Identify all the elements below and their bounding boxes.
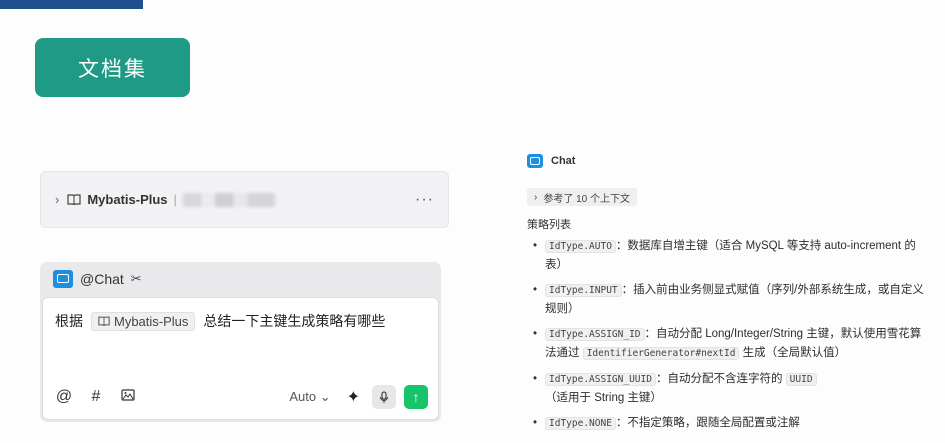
send-button[interactable]: ↑ [404,385,428,409]
book-icon [98,316,110,326]
inline-code: IdentifierGenerator#nextId [582,347,740,360]
mention-icon[interactable]: @ [55,388,73,406]
reference-chip-label: Mybatis-Plus [114,313,189,329]
image-icon[interactable] [119,388,137,406]
inline-code: IdType.AUTO [545,240,616,253]
inline-code: IdType.INPUT [545,284,622,297]
composer-toolbar: @ # Auto ⌄ ✦ ↑ [55,384,428,410]
doc-collection-title: 文档集 [78,57,147,81]
chat-answer: Chat › 参考了 10 个上下文 策略列表 IdType.AUTO：数据库自… [527,154,932,440]
more-options-icon[interactable]: ··· [415,191,434,209]
hashtag-icon[interactable]: # [87,388,105,406]
model-select[interactable]: Auto ⌄ [289,389,330,405]
section-title: 策略列表 [527,219,571,231]
chevron-down-icon: ⌄ [319,389,331,404]
knowledge-base-name[interactable]: Mybatis-Plus [87,192,167,207]
inline-code: IdType.ASSIGN_ID [545,328,645,341]
list-item: IdType.NONE：不指定策略，跟随全局配置或注解 [527,414,932,433]
blurred-description [182,192,275,207]
context-reference-pill[interactable]: › 参考了 10 个上下文 [527,188,638,206]
prompt-suffix: 总结一下主键生成策略有哪些 [203,313,386,329]
microphone-icon [379,390,389,403]
answer-header: Chat [527,154,932,168]
inline-code: UUID [785,373,817,386]
top-banner-strip [0,0,143,9]
inline-code: IdType.NONE [545,417,616,430]
knowledge-base-card[interactable]: › Mybatis-Plus | ··· [40,171,449,228]
inline-code: IdType.ASSIGN_UUID [545,373,656,386]
chat-composer-header: @Chat ✂ [40,262,441,296]
strategy-list: IdType.AUTO：数据库自增主键（适合 MySQL 等支持 auto-in… [527,237,932,433]
book-icon [67,194,81,205]
reference-chip[interactable]: Mybatis-Plus [91,311,196,331]
model-select-label: Auto [289,389,317,404]
answer-sender: Chat [551,155,576,167]
prompt-prefix: 根据 [55,313,83,329]
list-item: IdType.ASSIGN_ID：自动分配 Long/Integer/Strin… [527,325,932,363]
list-item-text: 生成（全局默认值） [742,347,847,359]
arrow-up-icon: ↑ [412,389,420,405]
chat-bot-icon [53,270,73,288]
tools-icon[interactable]: ✂ [131,271,142,287]
chat-agent-label: @Chat [80,271,124,287]
chevron-right-icon[interactable]: › [55,192,59,207]
context-reference-label: 参考了 10 个上下文 [543,193,631,205]
chevron-right-icon: › [534,191,538,203]
chat-input-box[interactable]: 根据 Mybatis-Plus 总结一下主键生成策略有哪些 @ # Auto ⌄… [42,297,439,420]
list-item: IdType.ASSIGN_UUID：自动分配不含连字符的 UUID （适用于 … [527,370,932,407]
list-item-text: ：自动分配不含连字符的 [655,373,783,385]
sparkle-icon[interactable]: ✦ [347,387,360,407]
list-item: IdType.AUTO：数据库自增主键（适合 MySQL 等支持 auto-in… [527,237,932,274]
chat-bot-icon [527,154,543,168]
list-item-text: ：不指定策略，跟随全局配置或注解 [615,417,800,429]
separator: | [173,192,177,207]
chat-composer-panel: @Chat ✂ 根据 Mybatis-Plus 总结一下主键生成策略有哪些 @ … [40,262,441,422]
list-item-text: （适用于 String 主键） [545,392,662,404]
microphone-button[interactable] [372,385,396,409]
doc-collection-badge: 文档集 [35,38,190,97]
list-item: IdType.INPUT：插入前由业务侧显式赋值（序列/外部系统生成，或自定义规… [527,281,932,318]
prompt-text[interactable]: 根据 Mybatis-Plus 总结一下主键生成策略有哪些 [55,311,385,331]
